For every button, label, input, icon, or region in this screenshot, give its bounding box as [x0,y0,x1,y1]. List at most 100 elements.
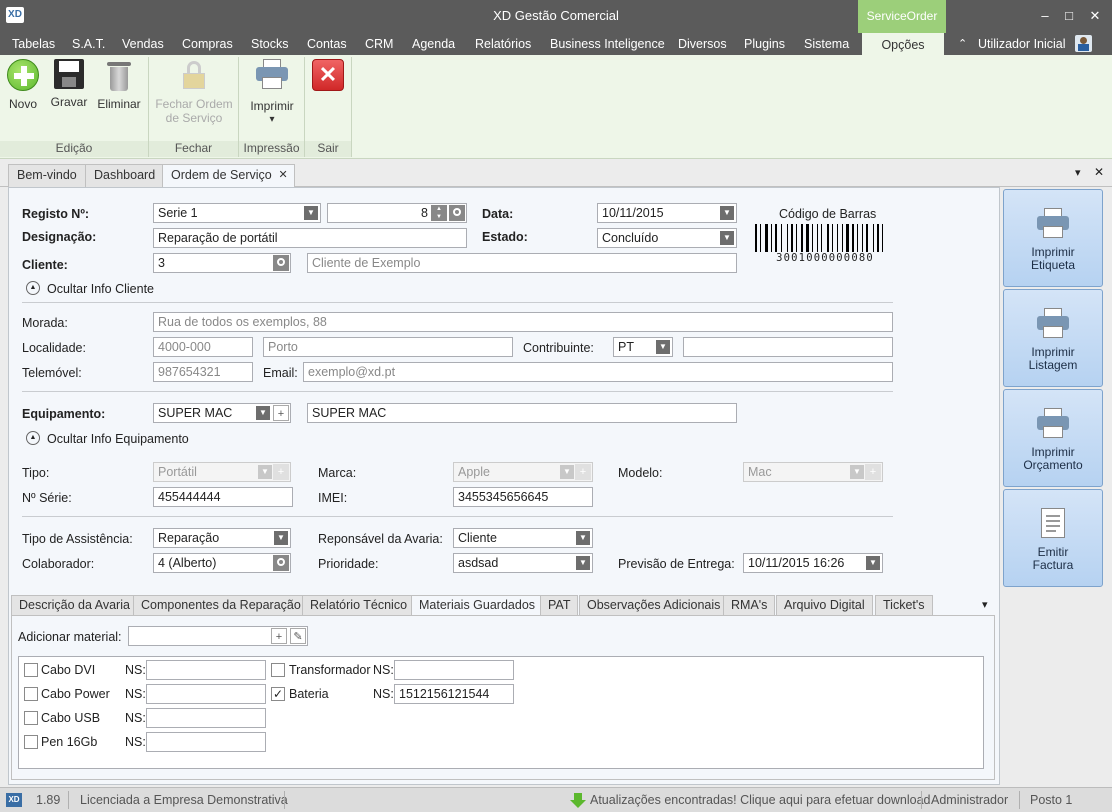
add-icon[interactable]: + [273,464,289,480]
subtab-rmas[interactable]: RMA's [723,595,776,616]
morada-field[interactable]: Rua de todos os exemplos, 88 [153,312,893,332]
decrement-icon[interactable]: ▼ [431,213,447,221]
checkbox-pen-16gb[interactable] [24,735,38,749]
ns-cabo-dvi-field[interactable] [146,660,266,680]
update-link[interactable]: Atualizações encontradas! Clique aqui pa… [590,793,931,807]
checkbox-cabo-dvi[interactable] [24,663,38,677]
subtab-relatorio-tecnico[interactable]: Relatório Técnico [302,595,416,616]
edit-icon[interactable]: ✎ [290,628,306,644]
toggle-cliente-info[interactable]: Ocultar Info Cliente [47,282,154,296]
checkbox-cabo-power[interactable] [24,687,38,701]
menu-business-inteligence[interactable]: Business Inteligence [550,33,665,55]
modelo-select[interactable]: Mac ▼ + [743,462,883,482]
colaborador-field[interactable]: 4 (Alberto) [153,553,291,573]
tipo-assistencia-select[interactable]: Reparação ▼ [153,528,291,548]
menu-sistema[interactable]: Sistema [804,33,849,55]
search-icon[interactable] [273,555,289,571]
tab-ordem-de-servico[interactable]: Ordem de Serviço ✕ [162,164,295,188]
minimize-button[interactable]: – [1034,6,1056,26]
menu-agenda[interactable]: Agenda [412,33,455,55]
tab-dashboard[interactable]: Dashboard [85,164,165,187]
email-field[interactable]: exemplo@xd.pt [303,362,893,382]
pais-select[interactable]: PT ▼ [613,337,673,357]
prioridade-select[interactable]: asdsad ▼ [453,553,593,573]
checkbox-cabo-usb[interactable] [24,711,38,725]
toggle-equipamento-info[interactable]: Ocultar Info Equipamento [47,432,189,446]
close-all-tabs-icon[interactable]: ✕ [1094,165,1104,179]
ns-pen-16gb-field[interactable] [146,732,266,752]
data-field[interactable]: 10/11/2015 ▼ [597,203,737,223]
ns-cabo-power-field[interactable] [146,684,266,704]
contribuinte-field[interactable] [683,337,893,357]
ns-transformador-field[interactable] [394,660,514,680]
menu-crm[interactable]: CRM [365,33,393,55]
subtab-descricao-avaria[interactable]: Descrição da Avaria [11,595,138,616]
numero-field[interactable]: 8 ▲ ▼ [327,203,467,223]
equipamento-select[interactable]: SUPER MAC ▼ + [153,403,291,423]
subtab-materiais-guardados[interactable]: Materiais Guardados [411,595,544,617]
subtab-tickets[interactable]: Ticket's [875,595,933,616]
tabs-menu-icon[interactable]: ▾ [1075,166,1081,179]
menu-vendas[interactable]: Vendas [122,33,164,55]
add-icon[interactable]: + [575,464,591,480]
collapse-icon[interactable]: ▲ [26,431,40,445]
num-serie-field[interactable]: 455444444 [153,487,293,507]
imprimir-button[interactable]: Imprimir ▾ [244,59,300,127]
menu-relatorios[interactable]: Relatórios [475,33,531,55]
download-icon[interactable] [570,793,586,809]
localidade-field[interactable]: Porto [263,337,513,357]
estado-select[interactable]: Concluído ▼ [597,228,737,248]
checkbox-bateria[interactable]: ✓ [271,687,285,701]
menu-sat[interactable]: S.A.T. [72,33,105,55]
search-icon[interactable] [273,255,289,271]
novo-button[interactable]: Novo [4,59,42,111]
add-icon[interactable]: + [271,628,287,644]
emitir-factura-button[interactable]: Emitir Factura [1003,489,1103,587]
subtab-pat[interactable]: PAT [540,595,579,616]
cliente-id-field[interactable]: 3 [153,253,291,273]
imprimir-orcamento-button[interactable]: Imprimir Orçamento [1003,389,1103,487]
gravar-button[interactable]: Gravar [48,59,90,109]
imprimir-listagem-button[interactable]: Imprimir Listagem [1003,289,1103,387]
collapse-icon[interactable]: ▲ [26,281,40,295]
user-avatar[interactable] [1075,35,1092,52]
add-icon[interactable]: + [865,464,881,480]
codigo-postal-field[interactable]: 4000-000 [153,337,253,357]
imei-field[interactable]: 3455345656645 [453,487,593,507]
eliminar-button[interactable]: Eliminar [96,59,142,111]
telemovel-field[interactable]: 987654321 [153,362,253,382]
menu-contas[interactable]: Contas [307,33,347,55]
checkbox-transformador[interactable] [271,663,285,677]
adicionar-material-field[interactable]: + ✎ [128,626,308,646]
responsavel-select[interactable]: Cliente ▼ [453,528,593,548]
maximize-button[interactable]: □ [1058,6,1080,26]
ns-cabo-usb-field[interactable] [146,708,266,728]
add-equipment-icon[interactable]: + [273,405,289,421]
menu-stocks[interactable]: Stocks [251,33,289,55]
tab-bem-vindo[interactable]: Bem-vindo [8,164,86,187]
previsao-field[interactable]: 10/11/2015 16:26 ▼ [743,553,883,573]
menu-opcoes[interactable]: Opções [862,33,944,56]
imprimir-etiqueta-button[interactable]: Imprimir Etiqueta [1003,189,1103,287]
fechar-ordem-button[interactable]: Fechar Ordem de Serviço [152,59,236,125]
ns-bateria-field[interactable]: 1512156121544 [394,684,514,704]
close-tab-icon[interactable]: ✕ [279,165,288,186]
subtab-observacoes[interactable]: Observações Adicionais [579,595,729,616]
marca-select[interactable]: Apple ▼ + [453,462,593,482]
subtab-componentes[interactable]: Componentes da Reparação [133,595,309,616]
menu-tabelas[interactable]: Tabelas [12,33,55,55]
subtabs-more-icon[interactable]: ▾ [982,598,988,611]
menu-diversos[interactable]: Diversos [678,33,727,55]
user-name[interactable]: Utilizador Inicial [978,33,1066,55]
designacao-field[interactable]: Reparação de portátil [153,228,467,248]
serie-select[interactable]: Serie 1 ▼ [153,203,321,223]
search-icon[interactable] [449,205,465,221]
tipo-select[interactable]: Portátil ▼ + [153,462,291,482]
menu-plugins[interactable]: Plugins [744,33,785,55]
equipamento-desc-field[interactable]: SUPER MAC [307,403,737,423]
collapse-ribbon-icon[interactable]: ⌃ [958,33,967,55]
sair-button[interactable]: ✕ [310,59,346,97]
subtab-arquivo-digital[interactable]: Arquivo Digital [776,595,873,616]
increment-icon[interactable]: ▲ [431,205,447,213]
menu-compras[interactable]: Compras [182,33,233,55]
